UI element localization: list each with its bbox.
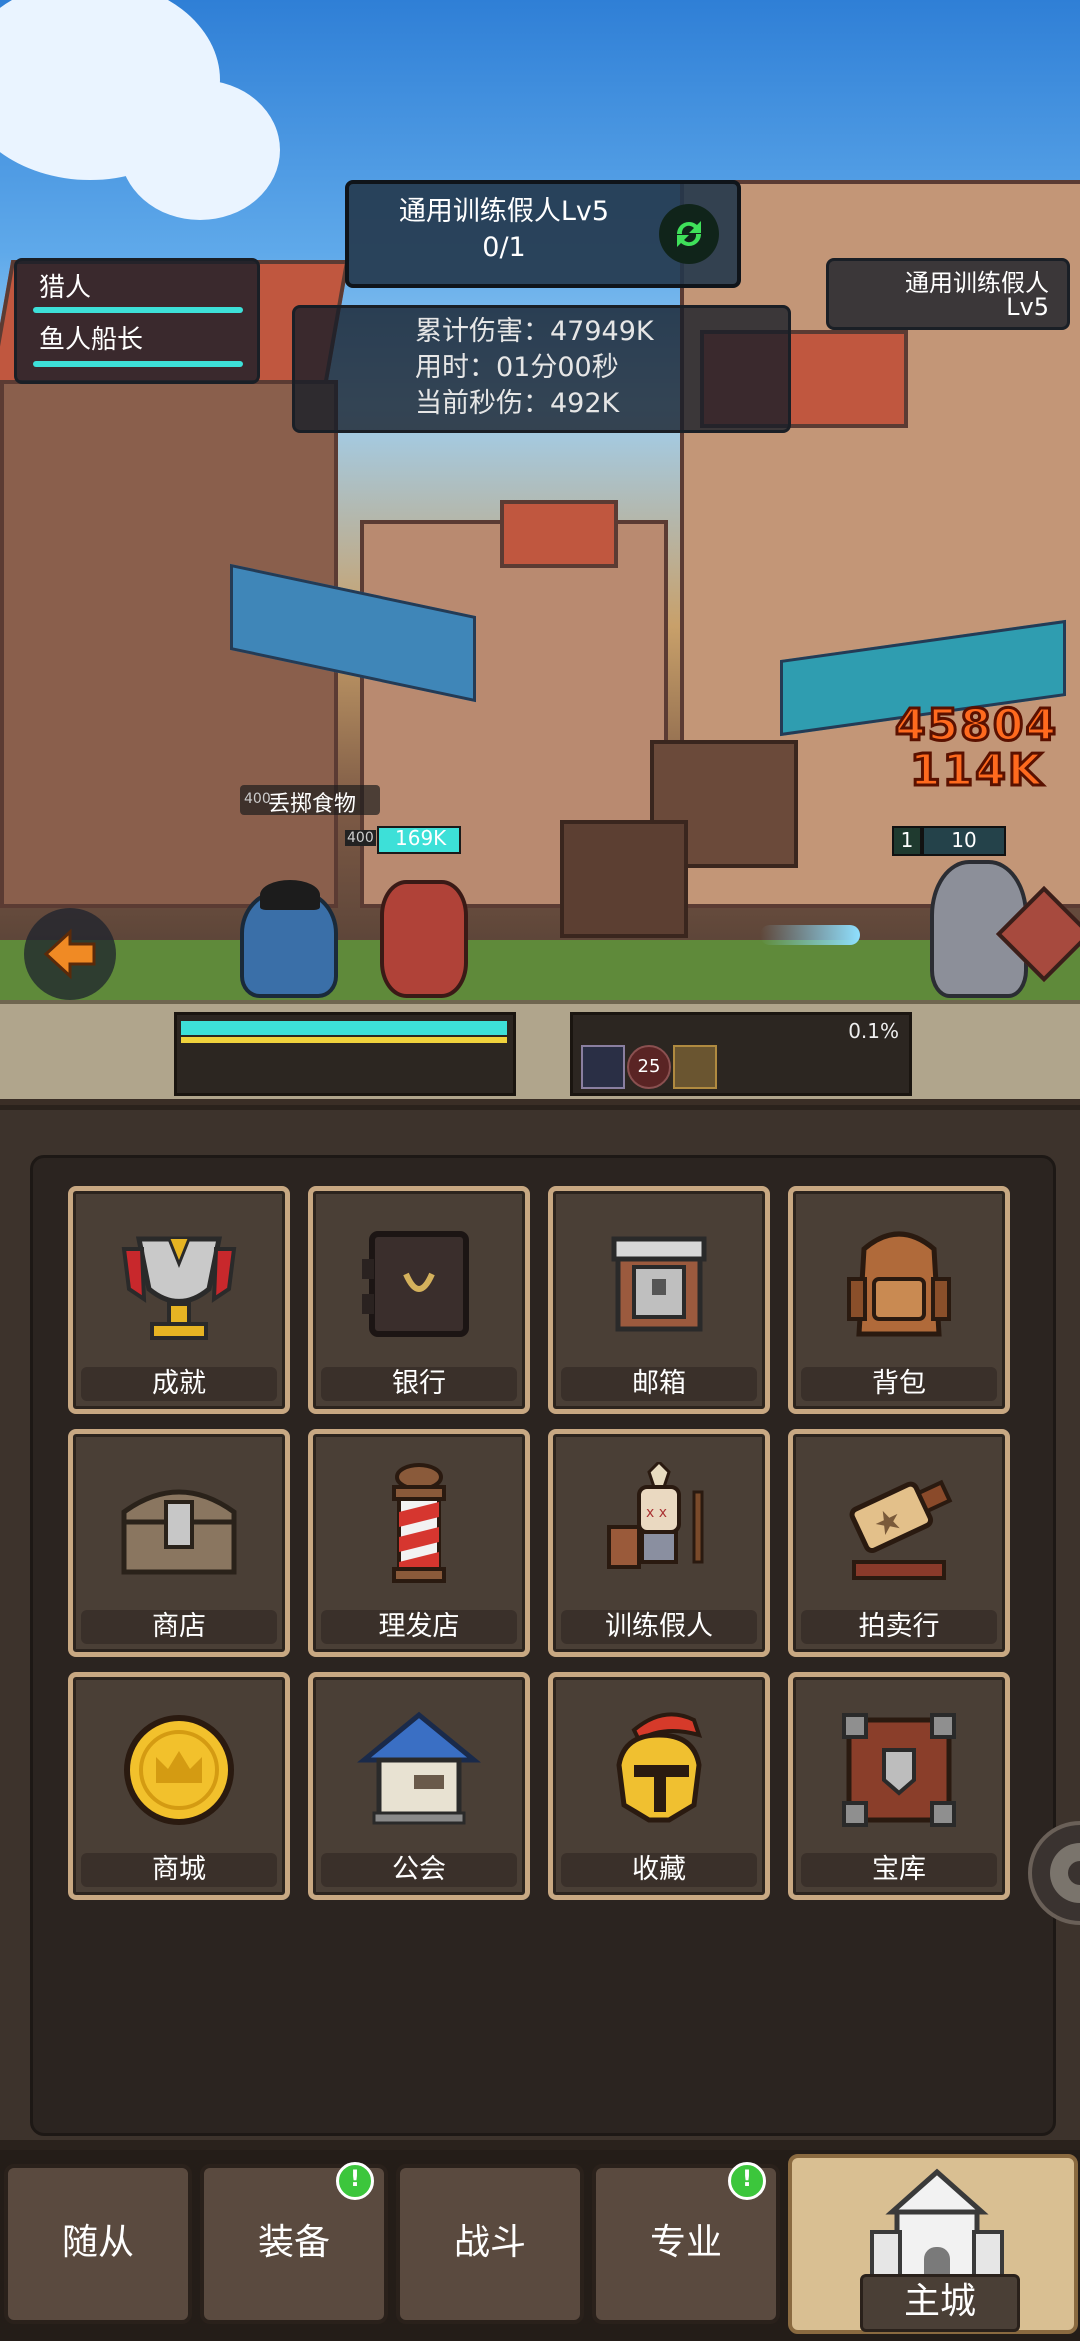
mailbox-icon bbox=[611, 1236, 707, 1332]
safe-icon bbox=[362, 1231, 469, 1337]
notification-badge-icon: ! bbox=[336, 2162, 374, 2200]
hunter-character bbox=[380, 880, 468, 998]
menu-label: 训练假人 bbox=[561, 1610, 757, 1644]
party-member-name: 鱼人船长 bbox=[39, 325, 144, 355]
player-level: 400 bbox=[345, 830, 376, 846]
roof bbox=[500, 500, 618, 568]
stats-panel: 累计伤害：47949K 用时：01分00秒 当前秒伤：492K bbox=[292, 305, 791, 433]
nav-label: 随从 bbox=[61, 2222, 134, 2263]
projectile bbox=[760, 925, 860, 945]
menu-achievements[interactable]: 成就 bbox=[68, 1186, 290, 1414]
menu-training-dummy[interactable]: x x 训练假人 bbox=[548, 1429, 770, 1657]
chest-icon bbox=[121, 1489, 237, 1575]
menu-barber[interactable]: 理发店 bbox=[308, 1429, 530, 1657]
player-hp-value: 169K bbox=[395, 826, 447, 850]
menu-label: 宝库 bbox=[801, 1853, 997, 1887]
refresh-icon bbox=[676, 221, 702, 247]
nav-label: 主城 bbox=[860, 2274, 1020, 2332]
vault-crate-icon bbox=[842, 1713, 956, 1827]
dummy-icon: x x bbox=[607, 1462, 704, 1569]
party-panel: 猎人 鱼人船长 bbox=[14, 258, 260, 384]
target-name: 通用训练假人Lv5 bbox=[398, 196, 610, 227]
svg-text:x x: x x bbox=[646, 1505, 667, 1521]
party-member-name: 猎人 bbox=[39, 273, 92, 303]
nav-profession[interactable]: 专业 ! bbox=[592, 2162, 780, 2324]
bottom-nav: 随从 装备 ! 战斗 专业 ! 主城 bbox=[0, 2150, 1080, 2341]
buff-stack-icon: 25 bbox=[627, 1045, 671, 1089]
total-damage: 累计伤害：47949K bbox=[415, 316, 654, 347]
menu-label: 商城 bbox=[81, 1853, 277, 1887]
damage-number: 114K bbox=[909, 744, 1044, 798]
menu-label: 理发店 bbox=[321, 1610, 517, 1644]
menu-bank[interactable]: 银行 bbox=[308, 1186, 530, 1414]
crate bbox=[560, 820, 688, 938]
menu-shop[interactable]: 商店 bbox=[68, 1429, 290, 1657]
enemy-level: Lv5 bbox=[1006, 293, 1049, 321]
team-bar-panel bbox=[174, 1012, 516, 1096]
menu-label: 收藏 bbox=[561, 1853, 757, 1887]
menu-vault[interactable]: 宝库 bbox=[788, 1672, 1010, 1900]
team-hp-bar bbox=[181, 1021, 507, 1035]
menu-label: 邮箱 bbox=[561, 1367, 757, 1401]
buff-eye-icon bbox=[581, 1045, 625, 1089]
nav-main-city[interactable]: 主城 bbox=[788, 2154, 1078, 2334]
backpack-icon bbox=[847, 1231, 951, 1337]
enemy-hp-label: 1 10 bbox=[892, 826, 1007, 856]
menu-label: 银行 bbox=[321, 1367, 517, 1401]
enemy-level-badge: 1 bbox=[892, 826, 922, 856]
skill-label: 400 丢掷食物 bbox=[240, 785, 380, 817]
buff-scroll-icon bbox=[673, 1045, 717, 1089]
barber-pole-icon bbox=[392, 1463, 446, 1583]
grass bbox=[0, 940, 1080, 1000]
arrow-left-icon bbox=[43, 928, 96, 980]
menu-auction-house[interactable]: 拍卖行 bbox=[788, 1429, 1010, 1657]
nav-equipment[interactable]: 装备 ! bbox=[200, 2162, 388, 2324]
back-button[interactable] bbox=[24, 908, 116, 1000]
enemy-hp-value: 10 bbox=[922, 826, 1006, 856]
menu-guild[interactable]: 公会 bbox=[308, 1672, 530, 1900]
pirate-hat bbox=[260, 880, 320, 910]
menu-label: 背包 bbox=[801, 1367, 997, 1401]
nav-battle[interactable]: 战斗 bbox=[396, 2164, 584, 2324]
target-panel: 通用训练假人Lv5 0/1 bbox=[345, 180, 741, 288]
coin-icon bbox=[124, 1715, 234, 1825]
pet-level: 400 bbox=[244, 791, 271, 807]
menu-mall[interactable]: 商城 bbox=[68, 1672, 290, 1900]
menu-backpack[interactable]: 背包 bbox=[788, 1186, 1010, 1414]
team-energy-bar bbox=[181, 1037, 507, 1043]
gear-icon bbox=[1028, 1821, 1080, 1925]
nav-label: 专业 bbox=[649, 2222, 722, 2263]
main-city-menu: 成就 银行 邮箱 背包 商店 理发店 x x 训练假人 拍卖行 商城 公会 收藏… bbox=[30, 1155, 1056, 2136]
cloud bbox=[120, 80, 280, 220]
menu-label: 拍卖行 bbox=[801, 1610, 997, 1644]
battle-scene: 通用训练假人Lv5 0/1 猎人 鱼人船长 累计伤害：47949K 用时：01分… bbox=[0, 0, 1080, 1010]
damage-number: 45804 bbox=[893, 699, 1059, 753]
settings-button[interactable] bbox=[1014, 1808, 1080, 1938]
nav-followers[interactable]: 随从 bbox=[4, 2164, 192, 2324]
gavel-icon bbox=[849, 1479, 953, 1580]
menu-collection[interactable]: 收藏 bbox=[548, 1672, 770, 1900]
menu-mailbox[interactable]: 邮箱 bbox=[548, 1186, 770, 1414]
battle-progress: 0.1% bbox=[848, 1019, 899, 1043]
trophy-icon bbox=[121, 1236, 237, 1340]
nav-label: 装备 bbox=[257, 2222, 330, 2263]
nav-label: 战斗 bbox=[453, 2222, 526, 2263]
notification-badge-icon: ! bbox=[728, 2162, 766, 2200]
party-member-hp-bar bbox=[33, 361, 243, 367]
battle-status-strip: 0.1% 25 bbox=[0, 1000, 1080, 1105]
party-member-hp-bar bbox=[33, 307, 243, 313]
player-hp-label: 400 169K bbox=[345, 826, 461, 854]
menu-label: 公会 bbox=[321, 1853, 517, 1887]
menu-label: 成就 bbox=[81, 1367, 277, 1401]
helmet-icon bbox=[616, 1712, 703, 1823]
enemy-panel: 通用训练假人 Lv5 bbox=[826, 258, 1070, 330]
elapsed-time: 用时：01分00秒 bbox=[415, 352, 619, 383]
guild-house-icon bbox=[356, 1711, 482, 1825]
target-progress: 0/1 bbox=[482, 232, 526, 263]
switch-target-button[interactable] bbox=[659, 204, 719, 264]
enemy-bar-panel: 0.1% 25 bbox=[570, 1012, 912, 1096]
skill-name: 丢掷食物 bbox=[268, 792, 357, 817]
menu-label: 商店 bbox=[81, 1610, 277, 1644]
current-dps: 当前秒伤：492K bbox=[415, 388, 620, 419]
